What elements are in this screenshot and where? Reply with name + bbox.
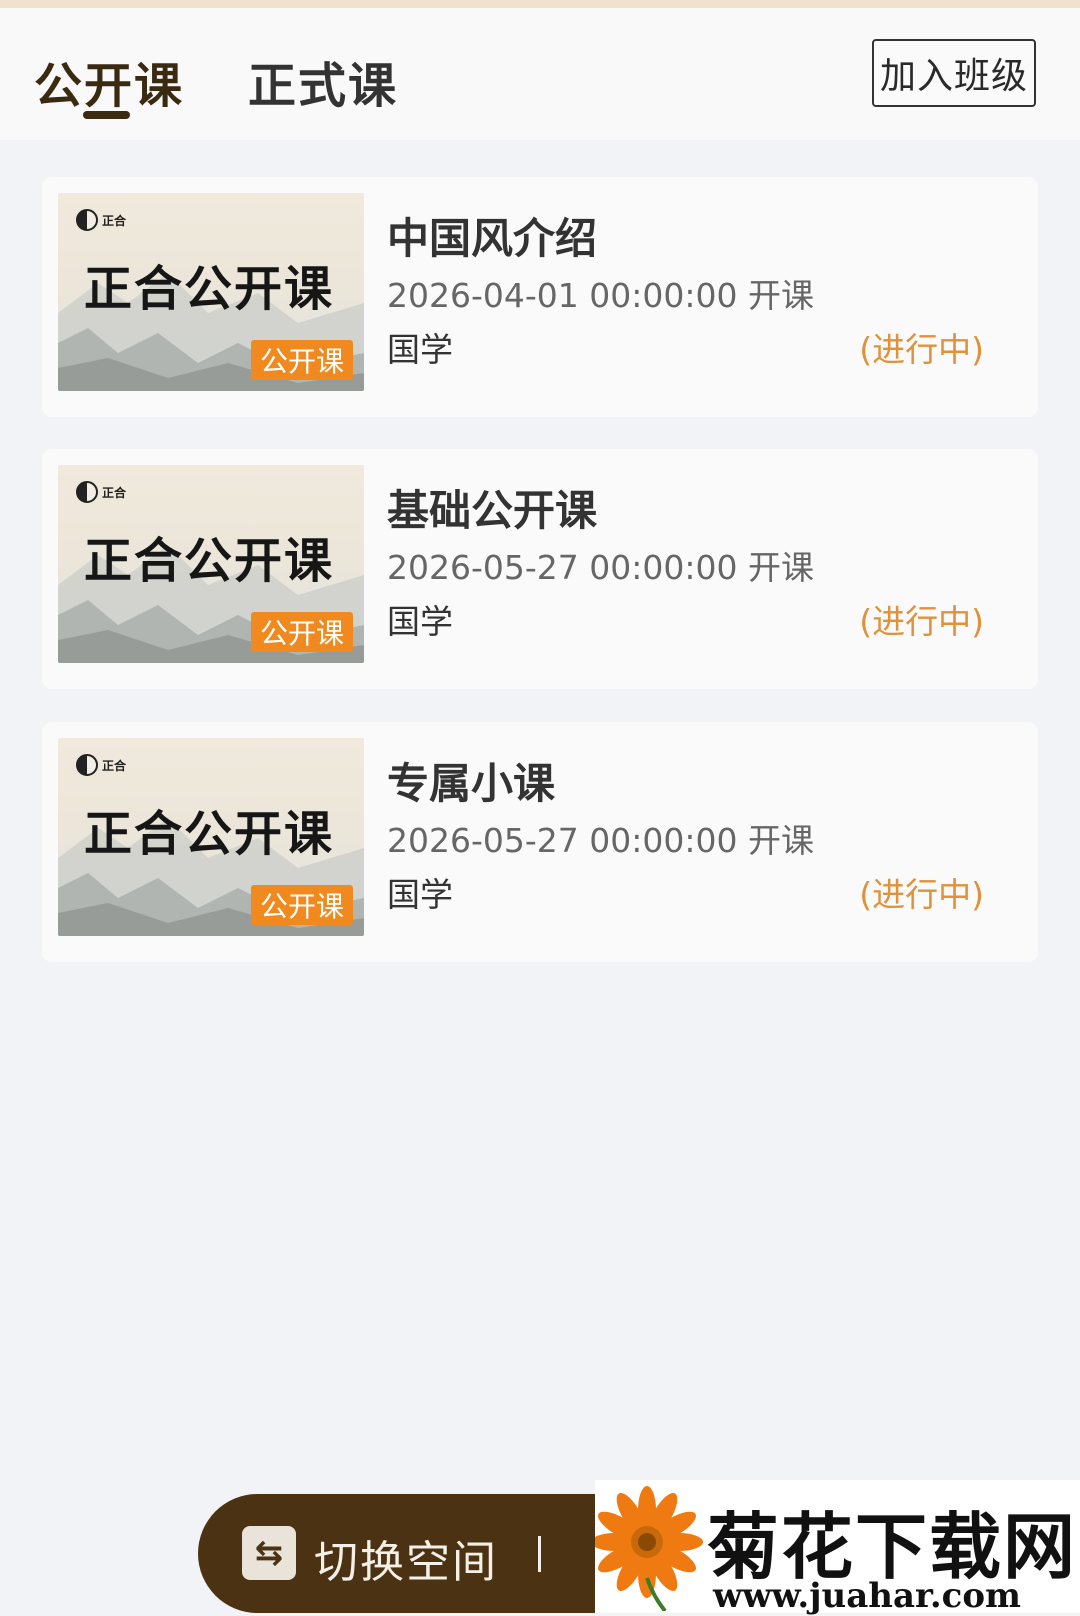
course-title: 基础公开课 bbox=[387, 486, 598, 535]
course-title: 中国风介绍 bbox=[387, 214, 598, 263]
yin-yang-icon bbox=[76, 481, 98, 503]
thumbnail-title: 正合公开课 bbox=[84, 261, 335, 317]
logo-text: 正合 bbox=[102, 758, 127, 773]
course-category: 国学 bbox=[387, 875, 453, 914]
active-tab-indicator bbox=[83, 111, 130, 119]
course-title: 专属小课 bbox=[387, 759, 556, 808]
brand-logo: 正合 bbox=[76, 754, 126, 776]
thumbnail-title: 正合公开课 bbox=[84, 533, 335, 589]
switch-space-button[interactable]: ⇆ 切换空间 bbox=[198, 1494, 618, 1613]
course-status: (进行中) bbox=[859, 875, 984, 914]
tab-formal-course[interactable]: 正式课 bbox=[248, 46, 398, 116]
thumbnail-title: 正合公开课 bbox=[84, 806, 335, 862]
site-watermark: 菊花下载网 www.juahar.com bbox=[595, 1480, 1080, 1616]
header: 公开课 正式课 加入班级 bbox=[0, 8, 1080, 140]
course-start-date: 2026-05-27 00:00:00 开课 bbox=[387, 548, 814, 587]
bar-divider bbox=[538, 1536, 541, 1572]
course-thumbnail: 正合 正合公开课 公开课 bbox=[58, 193, 364, 391]
public-course-badge: 公开课 bbox=[251, 885, 353, 925]
public-course-badge: 公开课 bbox=[251, 340, 353, 380]
join-class-button[interactable]: 加入班级 bbox=[872, 39, 1036, 107]
brand-logo: 正合 bbox=[76, 481, 126, 503]
switch-space-label: 切换空间 bbox=[314, 1537, 498, 1588]
yin-yang-icon bbox=[76, 754, 98, 776]
course-thumbnail: 正合 正合公开课 公开课 bbox=[58, 465, 364, 663]
tab-public-course[interactable]: 公开课 bbox=[34, 46, 184, 116]
course-status: (进行中) bbox=[859, 330, 984, 369]
course-start-date: 2026-05-27 00:00:00 开课 bbox=[387, 821, 814, 860]
course-category: 国学 bbox=[387, 602, 453, 641]
switch-icon: ⇆ bbox=[242, 1526, 296, 1580]
brand-logo: 正合 bbox=[76, 209, 126, 231]
flower-icon bbox=[595, 1486, 703, 1611]
logo-text: 正合 bbox=[102, 485, 127, 500]
course-start-date: 2026-04-01 00:00:00 开课 bbox=[387, 276, 814, 315]
watermark-url: www.juahar.com bbox=[713, 1576, 1022, 1616]
logo-text: 正合 bbox=[102, 213, 127, 228]
yin-yang-icon bbox=[76, 209, 98, 231]
public-course-badge: 公开课 bbox=[251, 612, 353, 652]
course-card[interactable]: 正合 正合公开课 公开课 专属小课 2026-05-27 00:00:00 开课… bbox=[42, 722, 1038, 962]
top-strip bbox=[0, 0, 1080, 8]
course-card[interactable]: 正合 正合公开课 公开课 中国风介绍 2026-04-01 00:00:00 开… bbox=[42, 177, 1038, 417]
course-status: (进行中) bbox=[859, 602, 984, 641]
course-card[interactable]: 正合 正合公开课 公开课 基础公开课 2026-05-27 00:00:00 开… bbox=[42, 449, 1038, 689]
course-thumbnail: 正合 正合公开课 公开课 bbox=[58, 738, 364, 936]
course-category: 国学 bbox=[387, 330, 453, 369]
